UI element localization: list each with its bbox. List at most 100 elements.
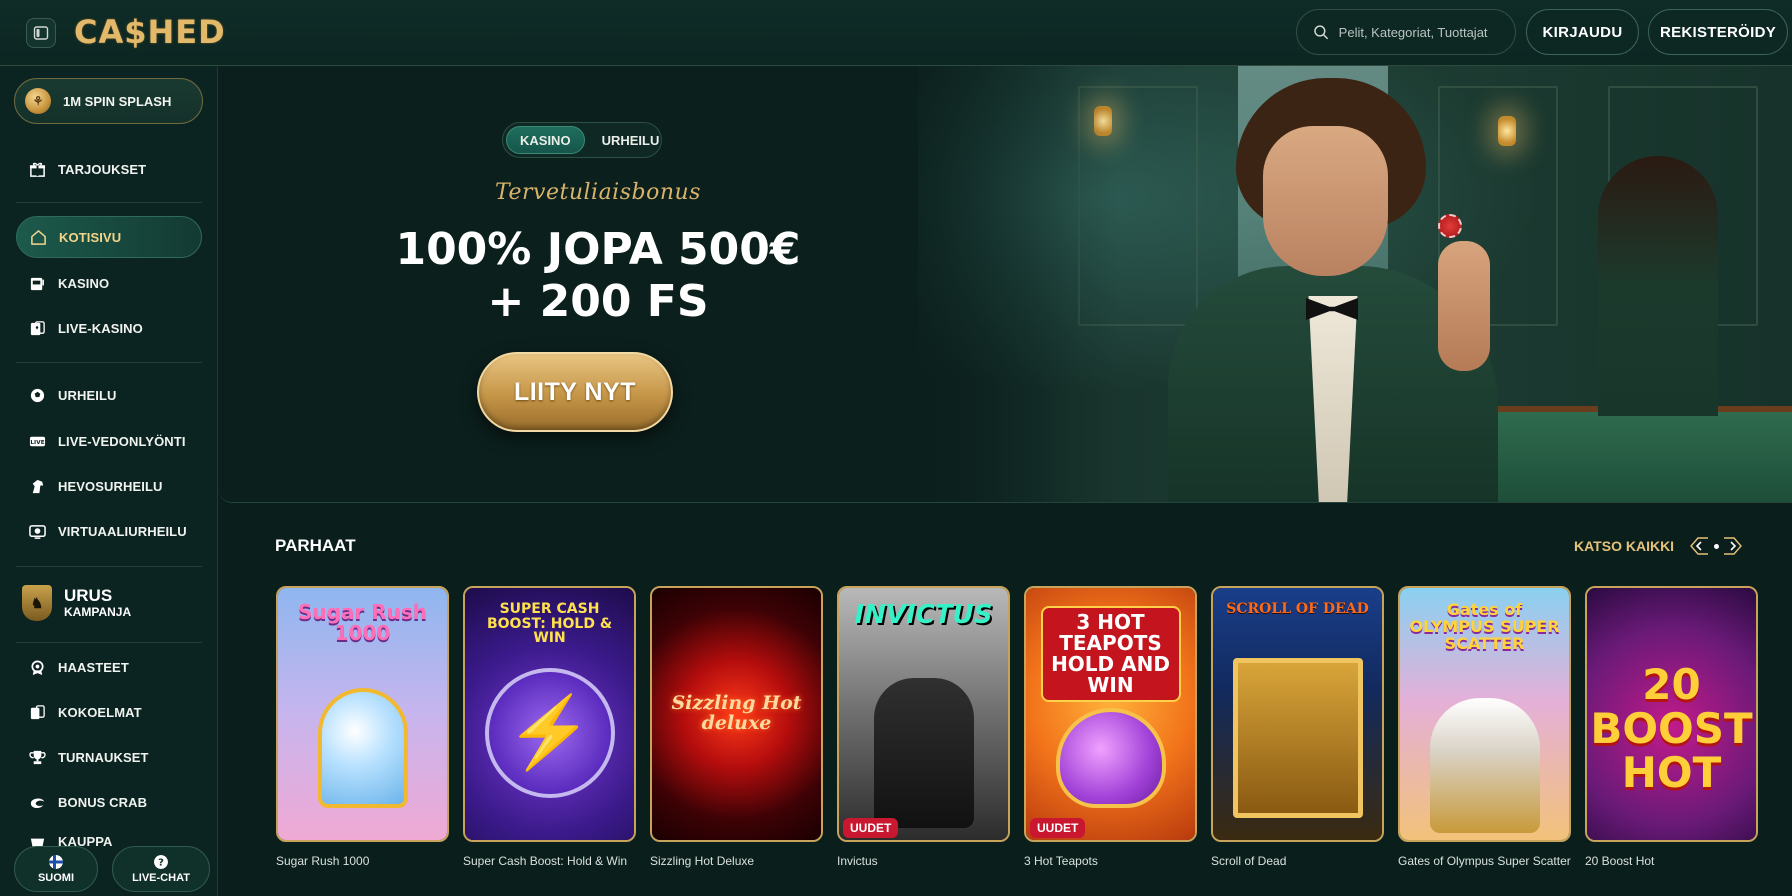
game-name[interactable]: Sugar Rush 1000 (276, 854, 369, 868)
sidebar-item-home[interactable]: KOTISIVU (16, 216, 202, 258)
sidebar-item-label: HAASTEET (58, 659, 129, 675)
game-art: INVICTUS (839, 588, 1008, 840)
coin-icon: ⚘ (25, 88, 51, 114)
gumball-machine-icon (317, 688, 408, 808)
urus-campaign-link[interactable]: ♞ URUS KAMPANJA (22, 580, 202, 626)
sidebar-item-live-betting[interactable]: LIVE LIVE-VEDONLYÖNTI (16, 420, 202, 462)
promo-label: 1M SPIN SPLASH (63, 93, 172, 109)
game-art: Gates of OLYMPUS SUPER SCATTER (1400, 588, 1569, 840)
game-name[interactable]: Gates of Olympus Super Scatter (1398, 854, 1571, 868)
live-chat-label: LIVE-CHAT (132, 871, 190, 884)
gift-icon (28, 160, 46, 178)
see-all-link[interactable]: KATSO KAIKKI (1574, 538, 1674, 554)
casino-sports-toggle[interactable]: KASINO URHEILU (502, 122, 662, 158)
login-button[interactable]: KIRJAUDU (1526, 9, 1639, 55)
football-icon (28, 386, 46, 404)
language-label: SUOMI (37, 871, 75, 884)
svg-text:LIVE: LIVE (30, 439, 44, 445)
teapot-icon (1055, 708, 1166, 808)
sidebar-item-offers[interactable]: TARJOUKSET (16, 148, 202, 190)
sidebar-item-horse-racing[interactable]: HEVOSURHEILU (16, 465, 202, 507)
game-card[interactable]: 20 BOOST HOT (1585, 586, 1758, 842)
game-name[interactable]: Invictus (837, 854, 878, 868)
sidebar-item-label: TURNAUKSET (58, 749, 149, 765)
gladiator-icon (873, 678, 974, 828)
join-now-button[interactable]: LIITY NYT (477, 352, 673, 432)
sidebar-item-casino[interactable]: KASINO (16, 262, 202, 304)
search-input[interactable] (1338, 24, 1515, 40)
game-art-title: INVICTUS (854, 600, 993, 630)
game-card[interactable]: INVICTUS UUDET (837, 586, 1010, 842)
sidebar-item-challenges[interactable]: HAASTEET (16, 646, 202, 688)
game-art-title: Sugar Rush 1000 (297, 600, 428, 645)
sidebar-item-label: LIVE-VEDONLYÖNTI (58, 433, 186, 449)
game-art: 20 BOOST HOT (1587, 588, 1756, 840)
sidebar-toggle-icon (33, 26, 49, 40)
game-card[interactable]: 3 HOT TEAPOTS HOLD AND WIN UUDET (1024, 586, 1197, 842)
chevron-left-icon (1690, 537, 1708, 555)
sidebar-item-label: BONUS CRAB (58, 794, 148, 810)
register-button[interactable]: REKISTERÖIDY (1648, 9, 1788, 55)
virtual-sports-icon (28, 522, 46, 540)
collection-icon (28, 703, 46, 721)
game-art-title: SCROLL OF DEAD (1226, 601, 1369, 617)
language-button[interactable]: SUOMI (14, 846, 98, 892)
game-name[interactable]: Super Cash Boost: Hold & Win (463, 854, 627, 868)
search-box[interactable] (1296, 9, 1516, 55)
crab-icon (28, 793, 46, 811)
sidebar-item-bonus-crab[interactable]: BONUS CRAB (16, 781, 202, 823)
live-chat-button[interactable]: ? LIVE-CHAT (112, 846, 210, 892)
game-art: SCROLL OF DEAD (1213, 588, 1382, 840)
tab-sports[interactable]: URHEILU (589, 126, 673, 154)
game-card[interactable]: Sugar Rush 1000 (276, 586, 449, 842)
spin-splash-promo-button[interactable]: ⚘ 1M SPIN SPLASH (14, 78, 203, 124)
sidebar-item-collections[interactable]: KOKOELMAT (16, 691, 202, 733)
sidebar-item-virtual-sports[interactable]: VIRTUAALIURHEILU (16, 510, 202, 552)
lamborghini-crest-icon: ♞ (22, 585, 52, 621)
live-icon: LIVE (28, 432, 46, 450)
slot-machine-icon (28, 274, 46, 292)
sidebar-item-label: HEVOSURHEILU (58, 478, 163, 494)
hero-title-line2: + 200 FS (487, 276, 709, 327)
campaign-subtitle: KAMPANJA (64, 605, 132, 619)
game-name[interactable]: 20 Boost Hot (1585, 854, 1654, 868)
new-badge: UUDET (843, 818, 899, 838)
game-name[interactable]: 3 Hot Teapots (1024, 854, 1098, 868)
sidebar-item-label: KOKOELMAT (58, 704, 142, 720)
sidebar-item-label: KOTISIVU (59, 229, 122, 245)
sidebar-item-live-casino[interactable]: LIVE-KASINO (16, 307, 202, 349)
hero-title: 100% JOPA 500€ + 200 FS (338, 224, 858, 328)
sidebar-item-sports[interactable]: URHEILU (16, 374, 202, 416)
game-art-title: 20 BOOST HOT (1590, 659, 1753, 798)
game-card[interactable]: SCROLL OF DEAD (1211, 586, 1384, 842)
game-name[interactable]: Sizzling Hot Deluxe (650, 854, 754, 868)
game-card[interactable]: SUPER CASH BOOST: HOLD & WIN ⚡ (463, 586, 636, 842)
help-icon: ? (154, 854, 168, 869)
tab-casino[interactable]: KASINO (506, 126, 585, 154)
campaign-title: URUS (64, 586, 113, 605)
cards-icon (28, 319, 46, 337)
sidebar-item-tournaments[interactable]: TURNAUKSET (16, 736, 202, 778)
pager-dot (1713, 543, 1719, 549)
game-name[interactable]: Scroll of Dead (1211, 854, 1286, 868)
prev-arrow-button[interactable] (1688, 535, 1710, 557)
zeus-icon (1429, 698, 1540, 833)
game-art-title: 3 HOT TEAPOTS HOLD AND WIN (1040, 606, 1181, 702)
game-card[interactable]: Sizzling Hot deluxe (650, 586, 823, 842)
search-icon (1314, 25, 1328, 40)
game-card[interactable]: Gates of OLYMPUS SUPER SCATTER (1398, 586, 1571, 842)
poker-chip-icon (1438, 214, 1462, 238)
hero-title-line1: 100% JOPA 500€ (395, 224, 801, 275)
section-title: PARHAAT (275, 536, 356, 555)
sidebar-divider (16, 642, 202, 643)
game-art: SUPER CASH BOOST: HOLD & WIN ⚡ (465, 588, 634, 840)
sidebar-toggle-button[interactable] (26, 18, 56, 48)
hero-banner[interactable]: KASINO URHEILU Tervetuliaisbonus 100% JO… (218, 66, 1792, 503)
cashed-logo[interactable]: CA$HED (74, 12, 226, 52)
svg-text:?: ? (158, 857, 164, 868)
sidebar-item-label: TARJOUKSET (58, 161, 147, 177)
carousel-pager (1688, 534, 1744, 558)
game-art: Sugar Rush 1000 (278, 588, 447, 840)
trophy-icon (28, 748, 46, 766)
next-arrow-button[interactable] (1722, 535, 1744, 557)
